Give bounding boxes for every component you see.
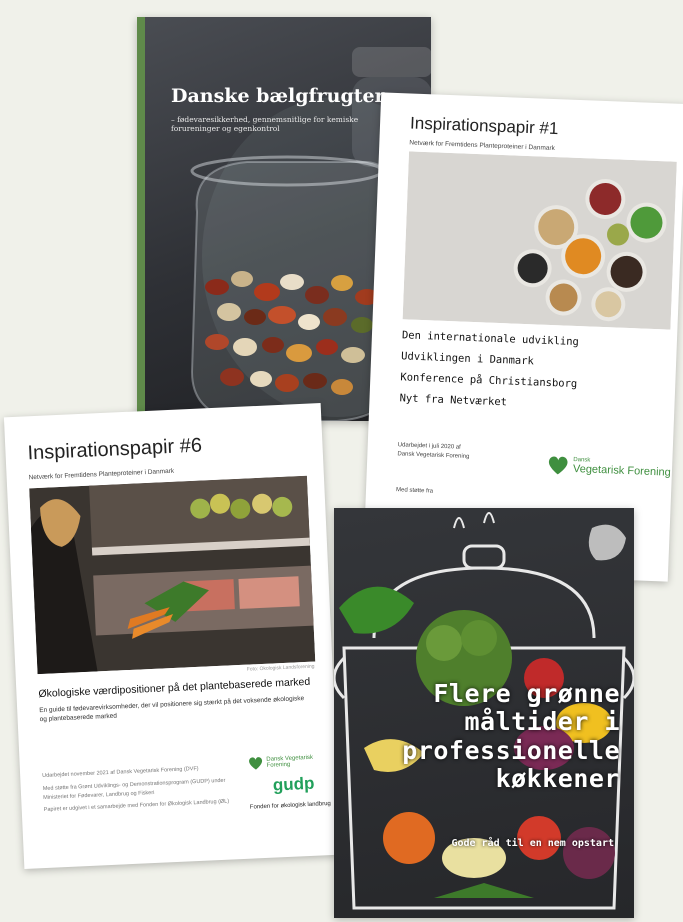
cover-description: En guide til fødevarevirksomheder, der v… bbox=[39, 695, 305, 724]
table-of-contents: Den internationale udvikling Udviklingen… bbox=[399, 325, 579, 416]
publication-info: Udarbejdet i juli 2020 af Dansk Vegetari… bbox=[397, 441, 470, 462]
publication-info: Udarbejdet november 2021 af Dansk Vegeta… bbox=[42, 763, 234, 819]
cover-collage: Danske bælgfrugter – fødevaresikkerhed, … bbox=[0, 0, 683, 922]
organic-fund-logo: Fonden for økologisk landbrug bbox=[249, 800, 331, 811]
cover-subtitle: – fødevaresikkerhed, gennemsnitlige for … bbox=[171, 115, 359, 134]
title-line: måltider i bbox=[464, 707, 620, 737]
logo-text: Dansk Vegetarisk Forening bbox=[266, 754, 314, 769]
dvf-logo: Dansk Vegetarisk Forening bbox=[248, 753, 338, 771]
cover-title: Flere grønne måltider i professionelle k… bbox=[344, 679, 620, 793]
gudp-logo: gudp bbox=[272, 773, 315, 795]
heart-leaf-icon bbox=[548, 456, 568, 475]
cover-network-line: Netværk for Fremtidens Planteproteiner i… bbox=[28, 467, 175, 482]
cover-title: Inspirationspapir #6 bbox=[27, 434, 203, 465]
title-line: Flere grønne bbox=[433, 679, 620, 708]
cover-title: Danske bælgfrugter bbox=[171, 85, 385, 107]
photo-credit: Foto: Okologisk Landsforening bbox=[246, 663, 315, 673]
dvf-logo: Dansk Vegetarisk Forening bbox=[547, 455, 672, 480]
logo-text: Vegetarisk Forening bbox=[572, 462, 671, 479]
cover-green-stripe bbox=[137, 17, 145, 421]
cover-flere-gronne-maltider: Flere grønne måltider i professionelle k… bbox=[334, 508, 634, 918]
title-line: køkkener bbox=[495, 763, 620, 793]
publisher: Dansk Vegetarisk Forening bbox=[397, 451, 470, 460]
cover-title: Inspirationspapir #1 bbox=[409, 113, 559, 139]
title-line: professionelle bbox=[402, 735, 620, 765]
cover-tagline: Gode råd til en nem opstart bbox=[451, 838, 614, 849]
cover-network-line: Netværk for Fremtidens Planteproteiner i… bbox=[409, 139, 555, 153]
supermarket-shopper-photo bbox=[29, 475, 316, 675]
cover-inspirationspapir-6: Inspirationspapir #6 Netværk for Fremtid… bbox=[3, 403, 342, 869]
support-line: Med støtte fra bbox=[395, 487, 434, 495]
legume-bowls-photo bbox=[402, 151, 677, 330]
heart-leaf-icon bbox=[249, 757, 263, 770]
